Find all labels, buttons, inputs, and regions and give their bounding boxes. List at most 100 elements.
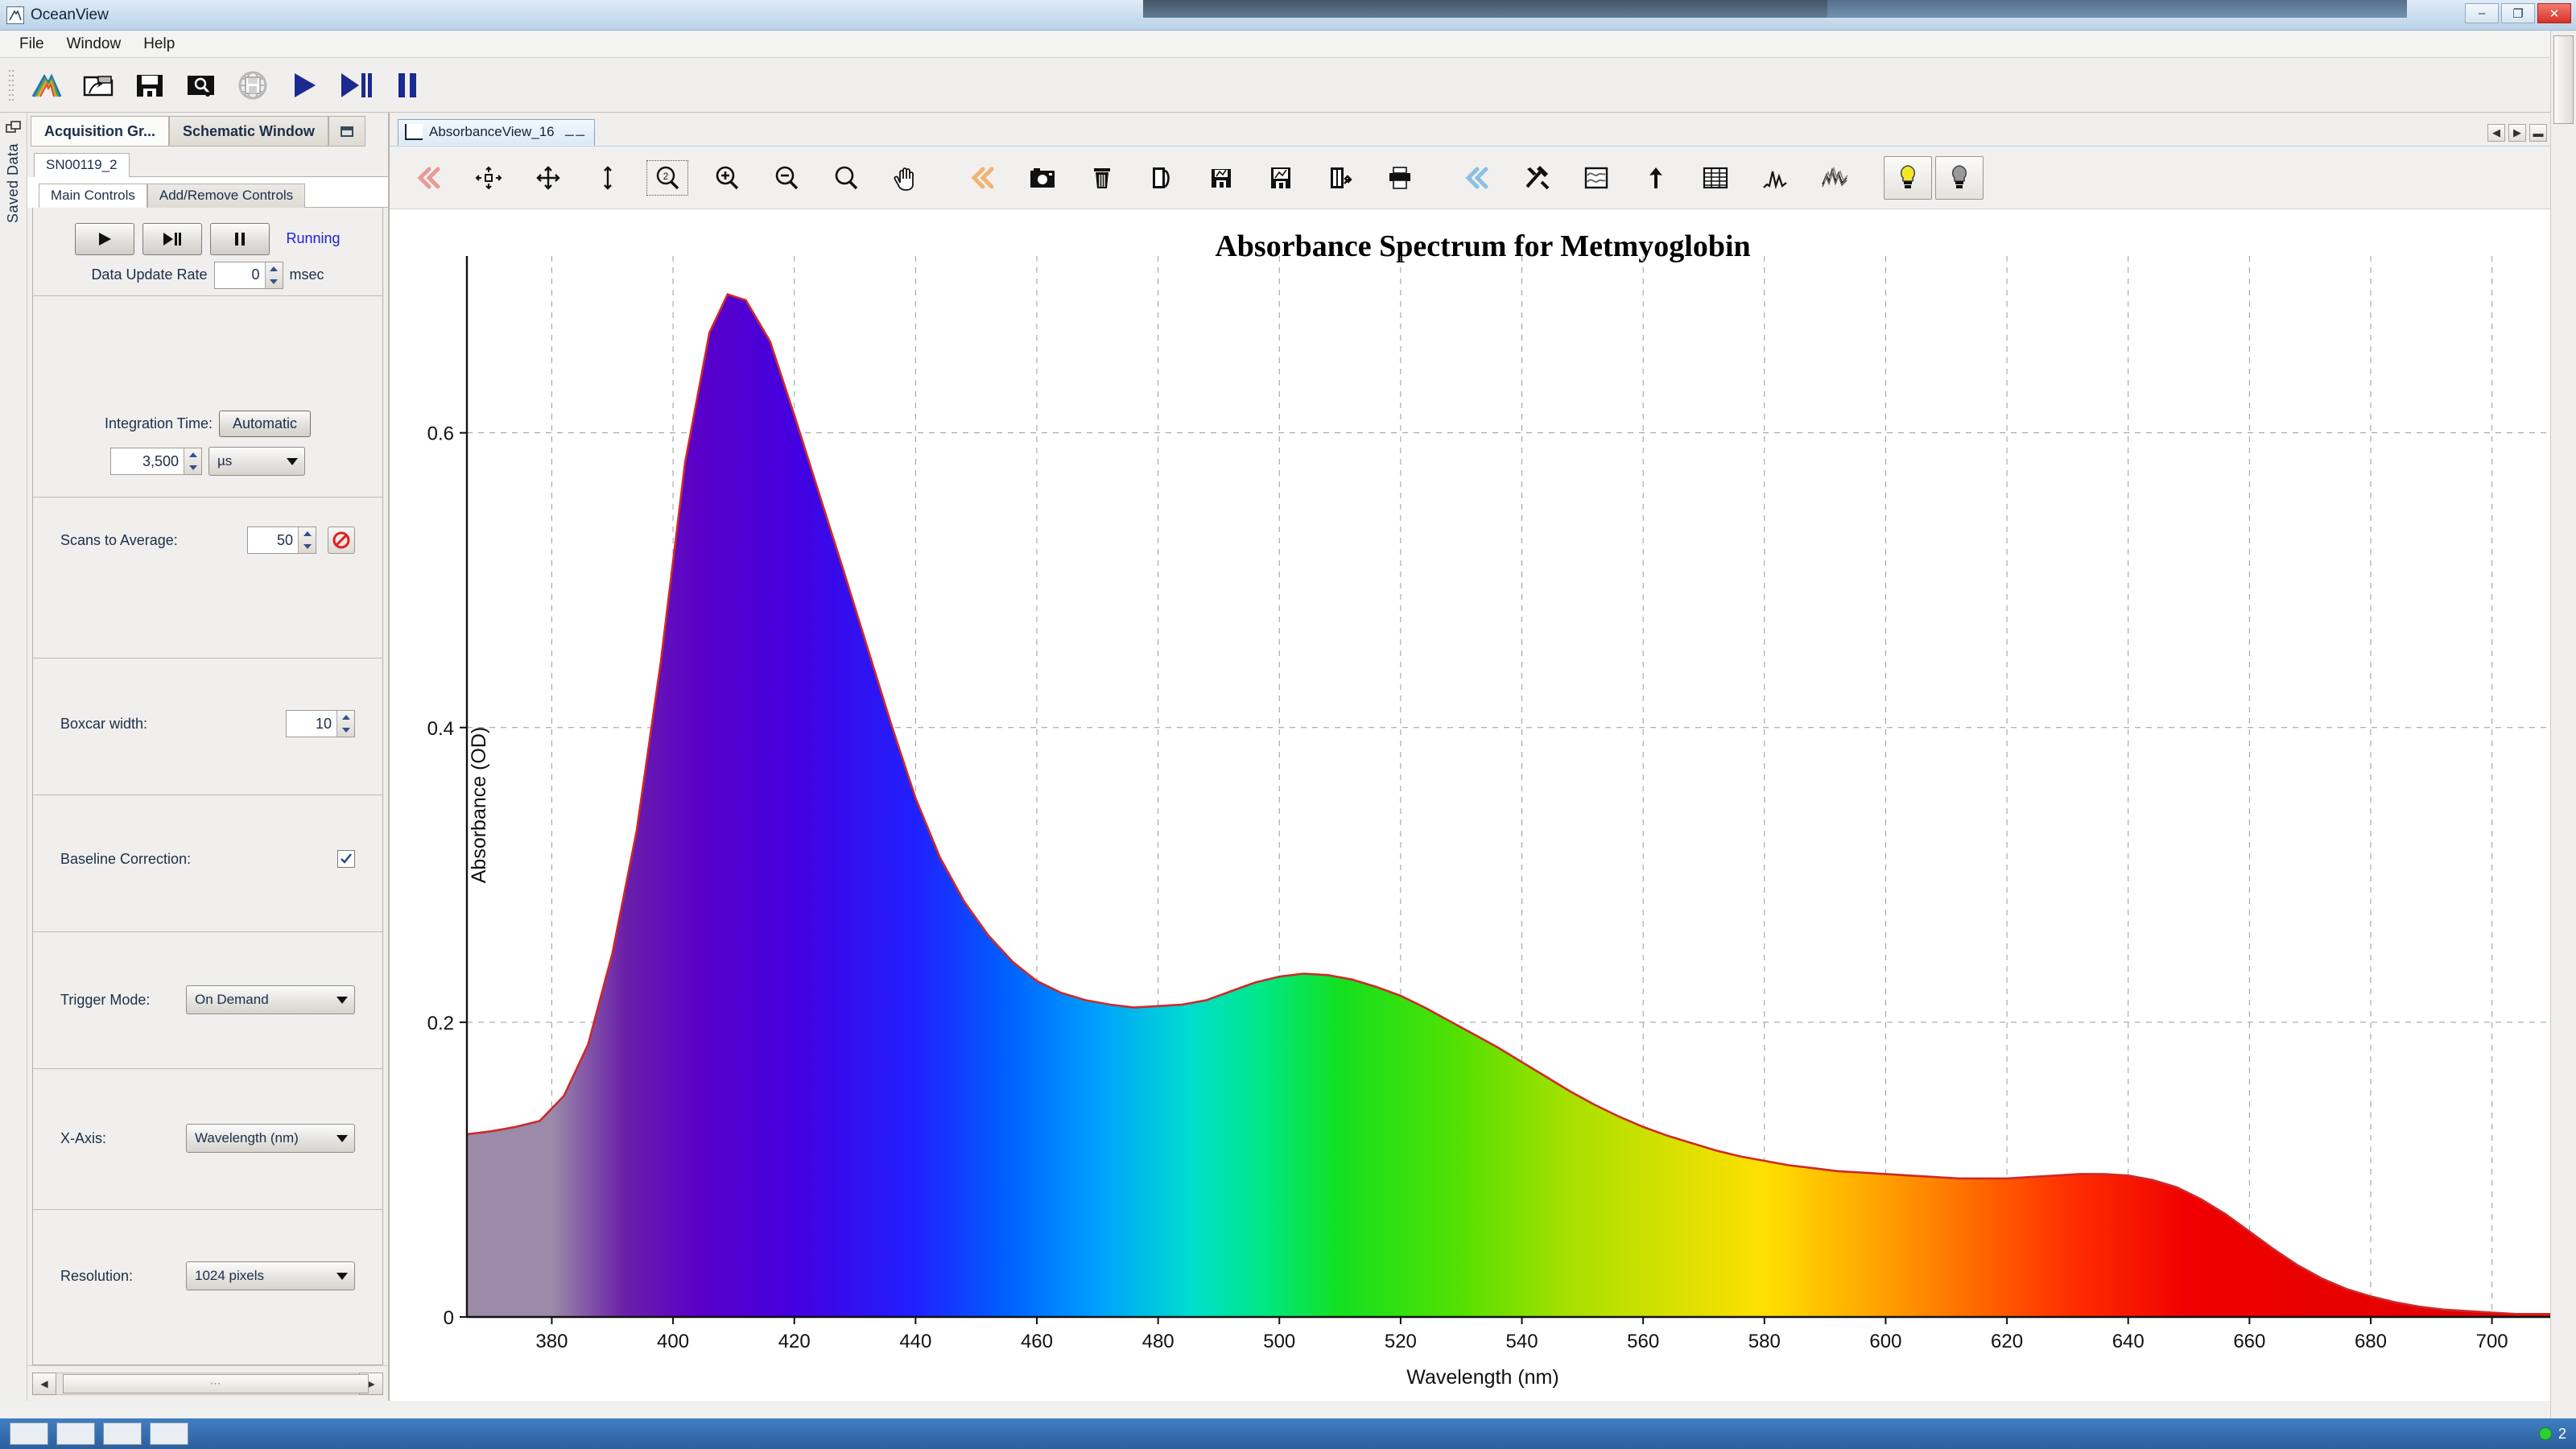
- prev-icon[interactable]: ◀: [2487, 124, 2505, 142]
- save-icon[interactable]: [125, 63, 175, 108]
- delete-trash-icon[interactable]: [1074, 153, 1130, 203]
- pan-hand-icon[interactable]: [877, 153, 934, 203]
- chevron-down-icon: [336, 996, 348, 1004]
- save-image-icon[interactable]: [1253, 153, 1309, 203]
- play-icon[interactable]: [279, 63, 329, 108]
- scroll-left-icon[interactable]: ◀: [32, 1372, 56, 1395]
- collapse-left-orange-icon[interactable]: [955, 153, 1011, 203]
- scroll-thumb[interactable]: ⋯: [63, 1373, 369, 1393]
- camera-snapshot-icon[interactable]: [1014, 153, 1071, 203]
- scroll-track[interactable]: ⋯: [56, 1372, 369, 1395]
- pause-acquisition-button[interactable]: [210, 222, 270, 255]
- integration-time-unit-select[interactable]: µs: [208, 447, 305, 476]
- maximize-button[interactable]: ❐: [2501, 3, 2535, 23]
- single-scan-button[interactable]: [142, 222, 203, 255]
- lightbulb-off-icon[interactable]: [1935, 155, 1984, 200]
- stepper-up-icon[interactable]: [184, 448, 201, 461]
- integration-time-input[interactable]: 3,500: [110, 448, 202, 475]
- collapse-left-icon[interactable]: [401, 153, 457, 203]
- play-pause-icon[interactable]: [331, 63, 381, 108]
- configure-file-icon[interactable]: [1312, 153, 1368, 203]
- scale-vertical-icon[interactable]: [580, 153, 636, 203]
- boxcar-width-input[interactable]: 10: [286, 710, 355, 737]
- svg-text:640: 640: [2112, 1331, 2145, 1352]
- zoom-reset-icon[interactable]: [818, 153, 874, 203]
- document-tab-row: AbsorbanceView_16 ⚊⚊ ◀ ▶ ▬ □: [390, 113, 2576, 147]
- toolbar-grip[interactable]: [8, 68, 15, 102]
- tab-absorbance-view[interactable]: AbsorbanceView_16 ⚊⚊: [398, 119, 595, 146]
- save-web-icon[interactable]: [228, 63, 278, 108]
- svg-text:0.2: 0.2: [427, 1013, 454, 1034]
- stepper-up-icon[interactable]: [299, 527, 316, 540]
- zoom-out-icon[interactable]: [758, 153, 815, 203]
- integration-time-value-row: 3,500 µs: [110, 447, 305, 476]
- chart-vertical-scrollbar[interactable]: [2550, 31, 2576, 1449]
- preview-icon[interactable]: [176, 63, 226, 108]
- status-item-3[interactable]: [103, 1422, 142, 1445]
- multi-trace-icon[interactable]: [1806, 153, 1863, 203]
- start-acquisition-button[interactable]: [75, 222, 135, 255]
- chart-scroll-thumb[interactable]: [2553, 35, 2574, 124]
- smooth-curve-icon[interactable]: [1568, 153, 1624, 203]
- status-item-2[interactable]: [56, 1422, 95, 1445]
- menu-item-help[interactable]: Help: [134, 33, 184, 56]
- peaks-graph-icon[interactable]: [1747, 153, 1803, 203]
- scans-to-average-stepper[interactable]: [298, 527, 316, 553]
- next-icon[interactable]: ▶: [2508, 124, 2526, 142]
- data-update-rate-stepper[interactable]: [264, 262, 283, 288]
- close-icon[interactable]: ⚊⚊: [564, 125, 586, 139]
- print-icon[interactable]: [1372, 153, 1428, 203]
- x-axis-select[interactable]: Wavelength (nm): [186, 1124, 355, 1153]
- baseline-correction-checkbox[interactable]: [337, 850, 355, 868]
- close-button[interactable]: ✕: [2537, 3, 2571, 23]
- stepper-up-icon[interactable]: [337, 711, 354, 724]
- spectrum-chart[interactable]: Absorbance Spectrum for Metmyoglobin Abs…: [390, 209, 2576, 1401]
- menu-item-window[interactable]: Window: [57, 33, 131, 56]
- no-entry-icon[interactable]: [328, 526, 355, 554]
- restore-icon[interactable]: ▬: [2529, 124, 2547, 142]
- autoscale-xy-icon[interactable]: [520, 153, 576, 203]
- stepper-up-icon[interactable]: [266, 262, 283, 275]
- table-grid-icon[interactable]: [1687, 153, 1744, 203]
- new-spectrum-icon[interactable]: [22, 63, 72, 108]
- menu-item-file[interactable]: File: [10, 33, 54, 56]
- open-folder-icon[interactable]: [73, 63, 123, 108]
- baseline-correction-row: Baseline Correction:: [33, 850, 382, 868]
- tools-icon[interactable]: [1509, 153, 1565, 203]
- lightbulb-on-icon[interactable]: [1884, 155, 1932, 200]
- stepper-down-icon[interactable]: [184, 461, 201, 474]
- tab-acquisition-group[interactable]: Acquisition Gr...: [31, 116, 170, 147]
- autoscale-y-icon[interactable]: [460, 153, 517, 203]
- tab-add-remove-controls[interactable]: Add/Remove Controls: [147, 184, 306, 208]
- tab-schematic-window[interactable]: Schematic Window: [169, 116, 328, 147]
- integration-time-stepper[interactable]: [184, 448, 201, 474]
- tab-main-controls[interactable]: Main Controls: [39, 184, 147, 208]
- automatic-button[interactable]: Automatic: [219, 411, 312, 437]
- stepper-down-icon[interactable]: [299, 540, 316, 553]
- boxcar-width-stepper[interactable]: [336, 711, 354, 737]
- collapse-left-blue-icon[interactable]: [1449, 153, 1505, 203]
- pause-icon[interactable]: [382, 63, 432, 108]
- copy-page-icon[interactable]: [1133, 153, 1190, 203]
- scans-to-average-input[interactable]: 50: [247, 526, 316, 554]
- panel-horizontal-scrollbar[interactable]: ◀ ⋯ ▶: [27, 1365, 388, 1401]
- minimize-panel-icon[interactable]: [328, 116, 365, 147]
- resolution-select[interactable]: 1024 pixels: [186, 1261, 355, 1290]
- saved-data-rail[interactable]: Saved Data: [0, 113, 27, 1401]
- data-update-rate-value: 0: [214, 262, 265, 288]
- svg-text:440: 440: [899, 1331, 931, 1352]
- zoom-region-icon[interactable]: 2: [639, 153, 696, 203]
- trigger-mode-select[interactable]: On Demand: [186, 985, 355, 1014]
- titlebar-decor-right: [1827, 0, 2407, 18]
- zoom-in-icon[interactable]: [699, 153, 755, 203]
- status-item-1[interactable]: [10, 1422, 48, 1445]
- minimize-button[interactable]: –: [2465, 3, 2499, 23]
- data-update-rate-input[interactable]: 0: [213, 261, 283, 289]
- stepper-down-icon[interactable]: [337, 724, 354, 737]
- chart-plot-area[interactable]: 380 400 420 440 460 480 500 520 540 560 580 600 620 6…: [390, 209, 2576, 1401]
- peak-marker-icon[interactable]: [1628, 153, 1684, 203]
- save-graph-icon[interactable]: [1193, 153, 1249, 203]
- stepper-down-icon[interactable]: [266, 275, 283, 288]
- tab-device-sn[interactable]: SN00119_2: [34, 153, 130, 177]
- status-item-4[interactable]: [150, 1422, 188, 1445]
